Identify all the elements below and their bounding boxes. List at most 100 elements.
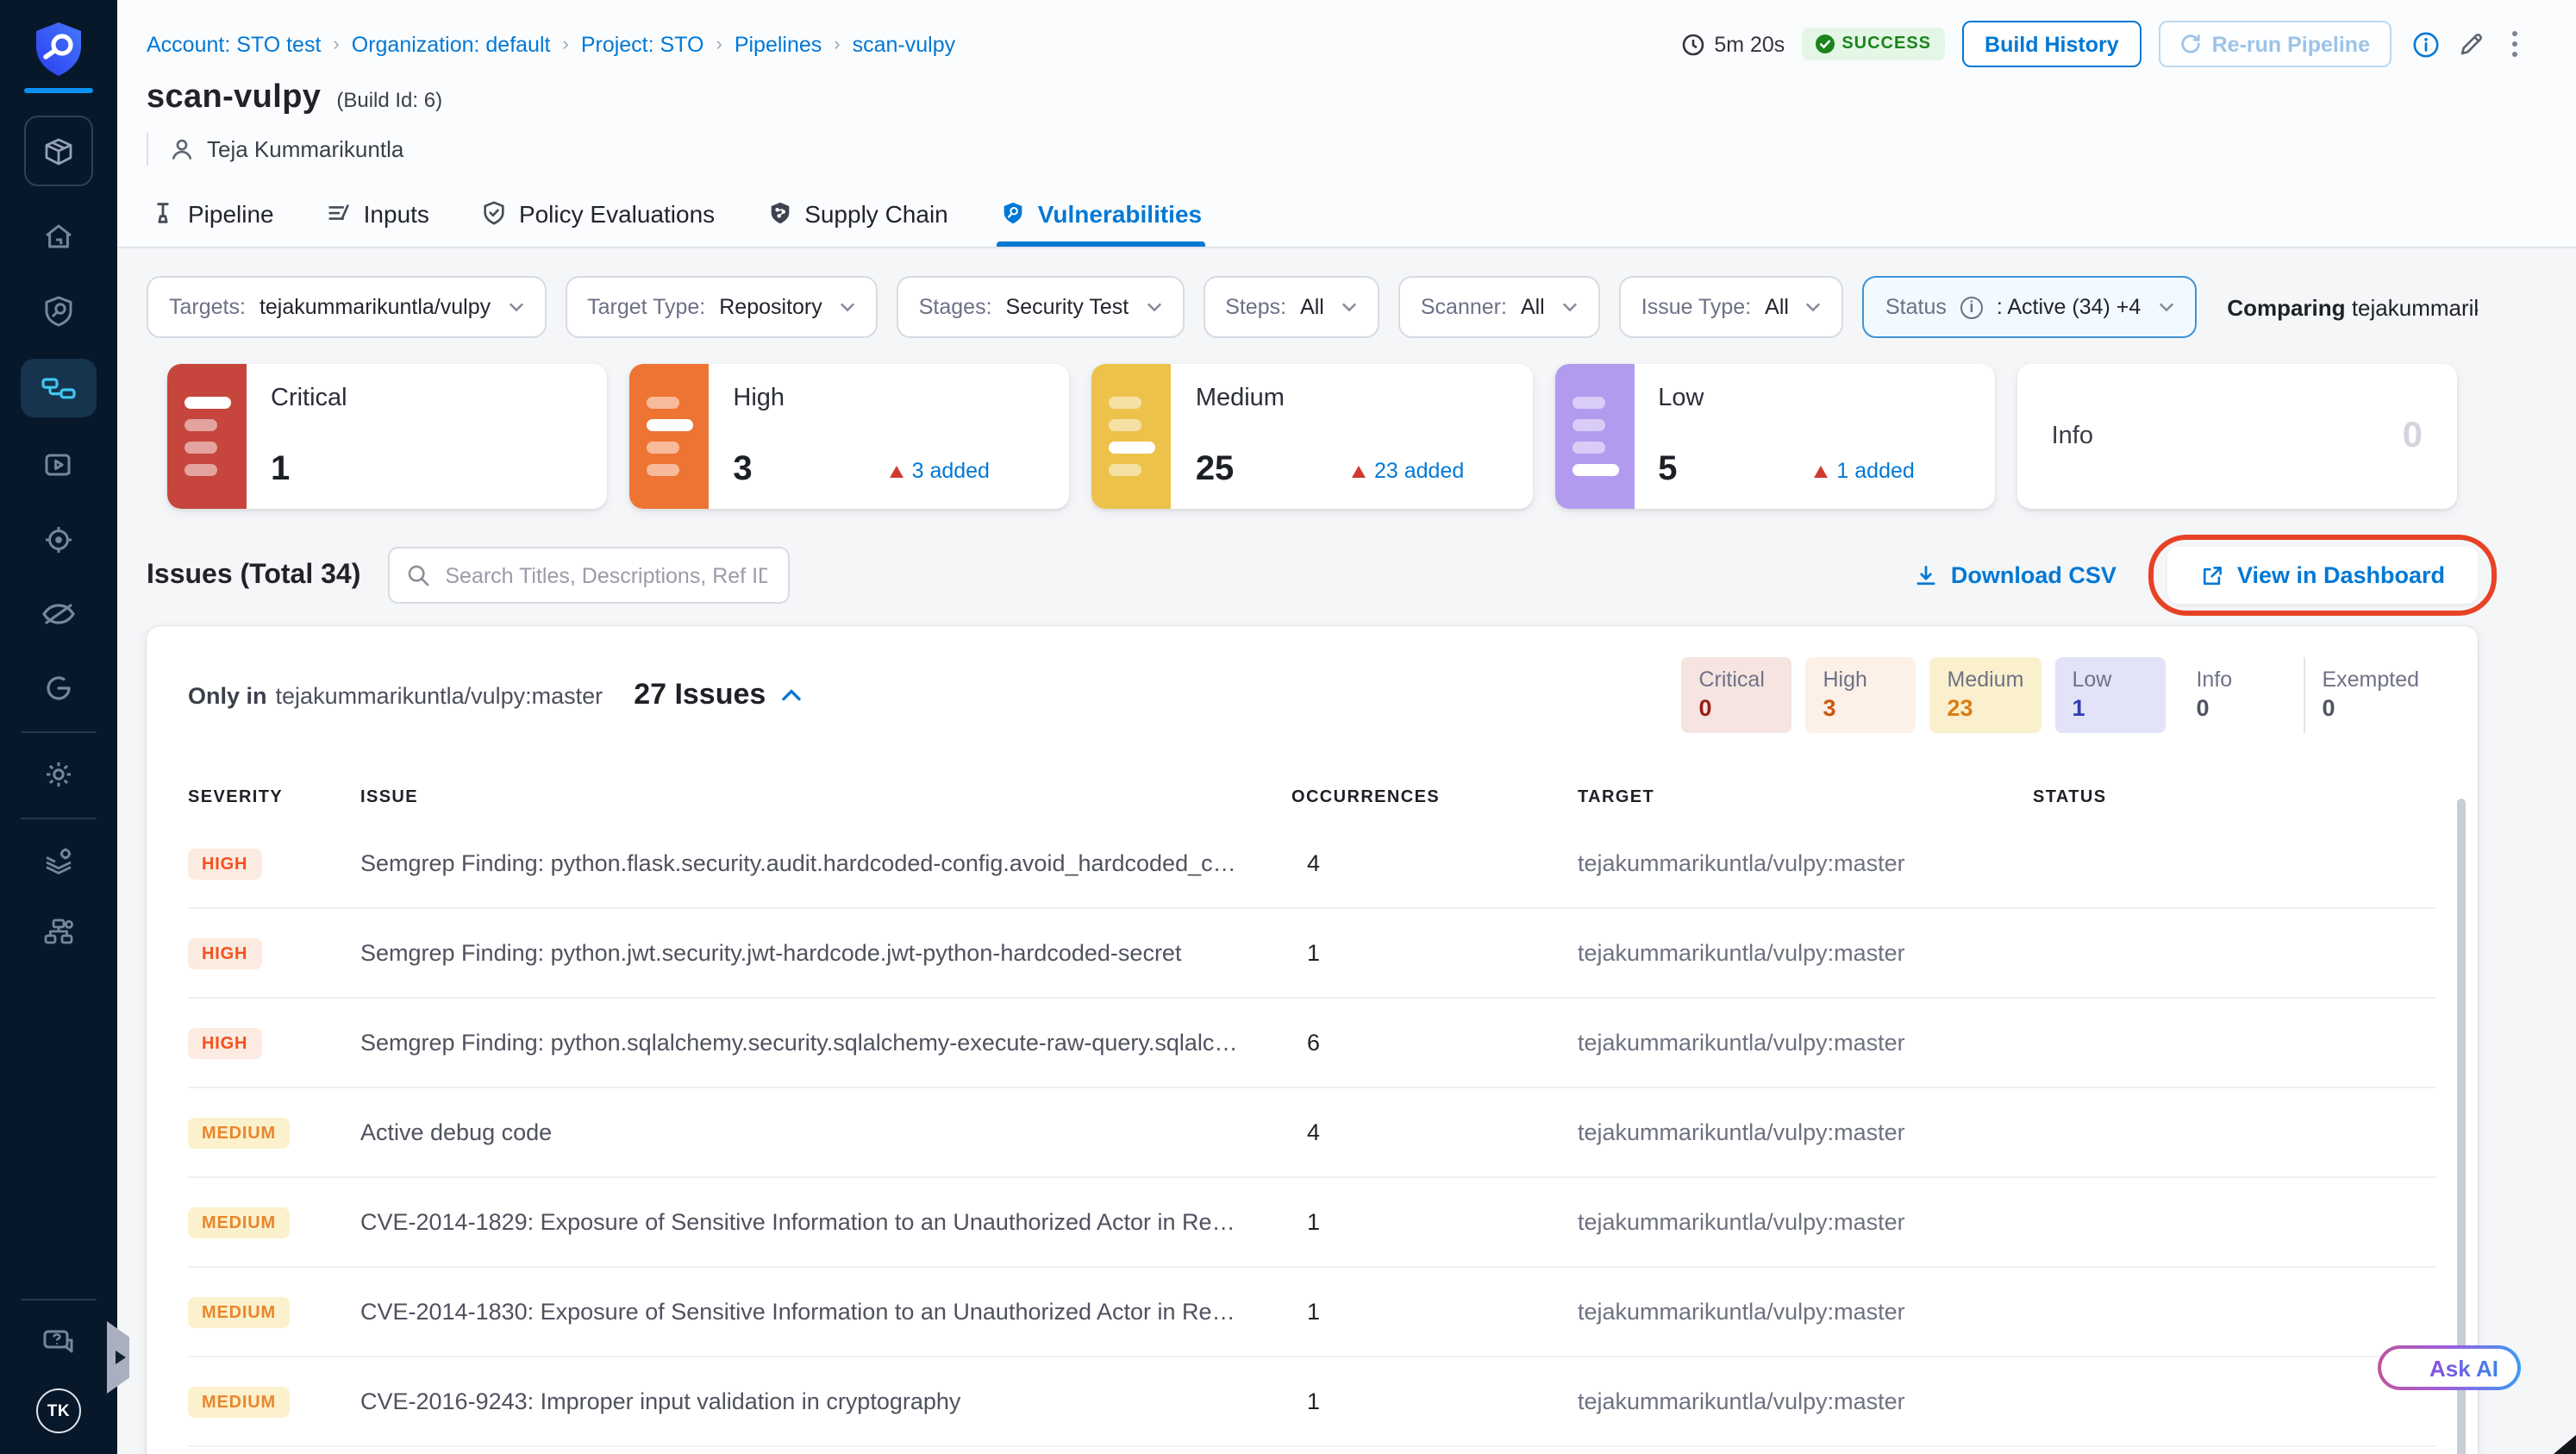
sidebar-item-targets[interactable] xyxy=(21,514,97,566)
issue-row[interactable]: HIGH Semgrep Finding: python.jwt.securit… xyxy=(188,909,2436,999)
filter-target-type[interactable]: Target Type: Repository xyxy=(565,276,878,338)
help-chat-button[interactable] xyxy=(21,1316,97,1368)
sidebar: TK xyxy=(0,0,117,1454)
card-count: 25 xyxy=(1195,450,1235,488)
severity-card-low[interactable]: Low 5 1 added xyxy=(1554,364,1995,509)
sidebar-item-pipelines[interactable] xyxy=(21,359,97,417)
filter-bar: Targets: tejakummarikuntla/vulpy Target T… xyxy=(147,276,2478,338)
sidebar-item-default-settings[interactable] xyxy=(21,835,97,887)
chat-help-icon xyxy=(43,1330,73,1353)
sidebar-item-org-settings[interactable] xyxy=(21,906,97,957)
issue-row[interactable]: MEDIUM xyxy=(188,1447,2436,1454)
download-csv-button[interactable]: Download CSV xyxy=(1904,561,2127,590)
tab-policy-evaluations[interactable]: Policy Evaluations xyxy=(478,179,718,247)
filter-scanner[interactable]: Scanner: All xyxy=(1397,276,1600,338)
info-button[interactable] xyxy=(2411,30,2439,58)
breadcrumb-separator: › xyxy=(562,34,569,54)
pill-high[interactable]: High 3 xyxy=(1805,657,1916,733)
main-area: Account: STO test › Organization: default… xyxy=(117,0,2576,1454)
more-options-button[interactable] xyxy=(2501,28,2528,61)
severity-card-medium[interactable]: Medium 25 23 added xyxy=(1091,364,1533,509)
col-severity: SEVERITY xyxy=(188,787,284,806)
eye-slash-icon xyxy=(42,604,75,624)
sidebar-item-executions[interactable] xyxy=(21,440,97,492)
tab-inputs[interactable]: Inputs xyxy=(322,179,433,247)
sidebar-divider xyxy=(21,818,97,819)
issue-row[interactable]: HIGH Semgrep Finding: python.sqlalchemy.… xyxy=(188,999,2436,1088)
issue-row[interactable]: MEDIUM CVE-2014-1830: Exposure of Sensit… xyxy=(188,1268,2436,1357)
filter-stages[interactable]: Stages: Security Test xyxy=(896,276,1185,338)
breadcrumb-account[interactable]: Account: STO test xyxy=(147,32,321,56)
sidebar-item-home[interactable] xyxy=(21,210,97,262)
issue-row[interactable]: MEDIUM Active debug code 4 tejakummariku… xyxy=(188,1088,2436,1178)
pill-medium[interactable]: Medium 23 xyxy=(1929,657,2041,733)
sidebar-item-tokens[interactable] xyxy=(21,662,97,714)
pill-exempted[interactable]: Exempted 0 xyxy=(2303,657,2436,733)
filter-steps[interactable]: Steps: All xyxy=(1203,276,1379,338)
issue-row[interactable]: HIGH Semgrep Finding: python.flask.secur… xyxy=(188,819,2436,909)
severity-card-critical[interactable]: Critical 1 xyxy=(167,364,608,509)
filter-status[interactable]: Status i : Active (34) +4 xyxy=(1862,276,2197,338)
card-label: Medium xyxy=(1195,385,1285,412)
user-avatar[interactable]: TK xyxy=(36,1388,81,1433)
pipeline-tab-icon xyxy=(150,200,176,226)
filter-targets[interactable]: Targets: tejakummarikuntla/vulpy xyxy=(147,276,547,338)
vulnerabilities-shield-icon xyxy=(1000,200,1026,226)
target: tejakummarikuntla/vulpy:master xyxy=(1578,1299,1905,1325)
external-link-icon xyxy=(2204,566,2223,585)
severity-card-info[interactable]: Info 0 xyxy=(2016,364,2458,509)
ask-ai-button[interactable]: Ask AI xyxy=(2378,1345,2521,1390)
tab-supply-chain[interactable]: Supply Chain xyxy=(763,179,952,247)
occurrences: 4 xyxy=(1307,1119,1321,1145)
card-label: Info xyxy=(2051,423,2093,450)
search-input[interactable] xyxy=(441,561,772,589)
target-icon xyxy=(46,527,72,553)
build-history-button[interactable]: Build History xyxy=(1962,21,2141,67)
issue-row[interactable]: MEDIUM CVE-2014-1829: Exposure of Sensit… xyxy=(188,1178,2436,1268)
breadcrumb-pipelines[interactable]: Pipelines xyxy=(735,32,822,56)
edit-pipeline-button[interactable] xyxy=(2456,30,2484,58)
occurrences: 1 xyxy=(1307,1388,1321,1414)
sidebar-item-settings[interactable] xyxy=(21,749,97,800)
rerun-pipeline-button[interactable]: Re-run Pipeline xyxy=(2158,21,2391,67)
pencil-icon xyxy=(2460,32,2482,54)
triangle-up-icon xyxy=(889,465,903,477)
view-in-dashboard-button[interactable]: View in Dashboard xyxy=(2148,535,2497,616)
filter-issue-type[interactable]: Issue Type: All xyxy=(1618,276,1844,338)
chevron-down-icon xyxy=(2158,302,2173,312)
col-occurrences: OCCURRENCES xyxy=(1291,787,1441,806)
module-selector-button[interactable] xyxy=(24,116,93,186)
tab-pipeline[interactable]: Pipeline xyxy=(147,179,278,247)
sidebar-item-exemptions[interactable] xyxy=(21,588,97,640)
ai-robot-icon xyxy=(2390,1353,2419,1382)
pill-critical[interactable]: Critical 0 xyxy=(1681,657,1792,733)
harness-sto-logo xyxy=(31,21,86,79)
issue-row[interactable]: MEDIUM CVE-2016-9243: Improper input val… xyxy=(188,1357,2436,1447)
breadcrumb-current[interactable]: scan-vulpy xyxy=(853,32,956,56)
pipelines-icon xyxy=(41,378,76,399)
pill-info[interactable]: Info 0 xyxy=(2179,657,2289,733)
card-count: 5 xyxy=(1658,450,1678,488)
chevron-down-icon xyxy=(1341,302,1357,312)
issue-title: CVE-2014-1829: Exposure of Sensitive Inf… xyxy=(360,1209,1281,1235)
card-label: Low xyxy=(1658,385,1704,412)
sidebar-item-overview[interactable] xyxy=(21,285,97,336)
shield-search-icon xyxy=(45,296,72,327)
chevron-down-icon xyxy=(1562,302,1578,312)
triggered-by: Teja Kummarikuntla xyxy=(147,133,2576,166)
issues-toolbar: Issues (Total 34) Download CSV View in D… xyxy=(147,535,2497,616)
severity-card-high[interactable]: High 3 3 added xyxy=(629,364,1070,509)
col-target: TARGET xyxy=(1578,787,1655,806)
high-bar-icon xyxy=(629,364,710,509)
home-icon xyxy=(46,224,72,248)
collapse-chevron-up-icon[interactable] xyxy=(781,688,802,702)
breadcrumb-project[interactable]: Project: STO xyxy=(581,32,704,56)
tab-vulnerabilities[interactable]: Vulnerabilities xyxy=(996,179,1206,247)
pill-low[interactable]: Low 1 xyxy=(2054,657,2166,733)
clock-icon xyxy=(1683,33,1704,55)
breadcrumb-org[interactable]: Organization: default xyxy=(352,32,551,56)
issues-search[interactable] xyxy=(388,547,791,604)
sidebar-divider xyxy=(21,1299,97,1300)
issue-title: CVE-2014-1830: Exposure of Sensitive Inf… xyxy=(360,1299,1281,1325)
issue-title: Semgrep Finding: python.sqlalchemy.secur… xyxy=(360,1030,1291,1056)
